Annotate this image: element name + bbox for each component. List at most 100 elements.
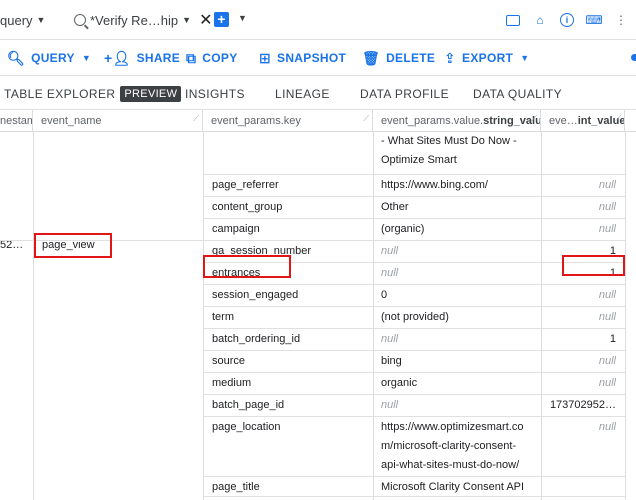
table-cell-string-value[interactable]: Other: [381, 201, 409, 213]
resize-handle-icon[interactable]: ⟋: [531, 110, 537, 130]
column-divider: [203, 132, 204, 500]
table-cell-int-value[interactable]: null: [549, 201, 616, 213]
table-cell-string-value[interactable]: null: [381, 333, 398, 345]
keyboard-icon[interactable]: ⌨: [585, 13, 602, 27]
column-header-event-name[interactable]: event_name ⟋: [33, 110, 203, 132]
highlight-box-int-value: [562, 255, 625, 276]
table-cell-string-value[interactable]: - What Sites Must Do Now -: [381, 135, 517, 147]
row-divider: [203, 174, 625, 175]
table-cell-string-value[interactable]: (organic): [381, 223, 424, 235]
snapshot-button[interactable]: ⊞ SNAPSHOT: [259, 40, 346, 76]
share-label: SHARE: [136, 51, 181, 65]
table-cell-string-value[interactable]: null: [381, 267, 398, 279]
row-divider: [203, 350, 625, 351]
table-cell-int-value[interactable]: null: [549, 355, 616, 367]
table-cell-key[interactable]: page_referrer: [212, 179, 279, 191]
table-cell-int-value[interactable]: null: [549, 421, 616, 433]
table-cell-string-value[interactable]: Optimize Smart: [381, 154, 457, 166]
tab-table-explorer[interactable]: TABLE EXPLORER PREVIEW: [4, 77, 182, 110]
table-cell-key[interactable]: batch_page_id: [212, 399, 284, 411]
resize-handle-icon[interactable]: ⟋: [363, 110, 369, 130]
table-cell-key[interactable]: batch_ordering_id: [212, 333, 300, 345]
table-cell-int-value[interactable]: null: [549, 377, 616, 389]
column-header-int-value[interactable]: eve…int_value ⟋: [541, 110, 625, 132]
close-icon[interactable]: ✕: [199, 10, 212, 30]
row-divider: [203, 218, 625, 219]
table-cell-string-value[interactable]: https://www.bing.com/: [381, 179, 488, 191]
table-cell-string-value[interactable]: m/microsoft-clarity-consent-: [381, 440, 516, 452]
column-header-label: nestamp: [0, 115, 32, 127]
chevron-down-icon[interactable]: ▼: [37, 15, 46, 25]
tab-menu-chevron-icon[interactable]: ▼: [238, 13, 247, 23]
search-icon: 🔍︎: [7, 49, 26, 66]
more-vert-icon[interactable]: ⋮: [614, 13, 628, 27]
table-cell-string-value[interactable]: 0: [381, 289, 387, 301]
tab-query[interactable]: query ▼: [0, 0, 45, 40]
top-icons: ⌂ i ⌨ ⋮: [506, 0, 628, 40]
copy-button[interactable]: ⧉ COPY: [186, 40, 238, 76]
table-cell-key[interactable]: source: [212, 355, 245, 367]
tab-data-quality[interactable]: DATA QUALITY: [473, 77, 562, 110]
tab-label: *Verify Re…hip: [90, 12, 179, 28]
table-cell-string-value[interactable]: organic: [381, 377, 417, 389]
table-cell-int-value[interactable]: 173702952…: [549, 399, 616, 411]
resize-handle-icon[interactable]: ⟋: [615, 110, 621, 130]
table-cell-string-value[interactable]: null: [381, 399, 398, 411]
query-icon: [74, 14, 86, 26]
table-cell-key[interactable]: content_group: [212, 201, 282, 213]
table-cell-int-value[interactable]: null: [549, 311, 616, 323]
add-tab-icon[interactable]: +: [214, 12, 229, 27]
table-cell-int-value[interactable]: null: [549, 289, 616, 301]
tab-insights[interactable]: INSIGHTS: [185, 77, 245, 110]
share-button[interactable]: +👤︎ SHARE: [104, 40, 180, 76]
column-header-string-value[interactable]: event_params.value.string_value ⟋: [373, 110, 541, 132]
chevron-down-icon: ▼: [81, 53, 92, 63]
query-button[interactable]: 🔍︎ QUERY ▼: [7, 40, 91, 76]
snapshot-icon: ⊞: [259, 49, 272, 66]
table-cell-string-value[interactable]: https://www.optimizesmart.co: [381, 421, 523, 433]
column-divider: [625, 132, 626, 500]
delete-button[interactable]: 🗑︎ DELETE: [362, 40, 435, 76]
snapshot-label: SNAPSHOT: [277, 51, 347, 65]
overflow-icon[interactable]: [631, 54, 636, 61]
table-cell-string-value[interactable]: Microsoft Clarity Consent API: [381, 481, 524, 493]
tab-verify[interactable]: *Verify Re…hip ▼ ✕: [74, 0, 212, 40]
table-cell-key[interactable]: medium: [212, 377, 251, 389]
copy-label: COPY: [202, 51, 238, 65]
table-cell-key[interactable]: page_title: [212, 481, 260, 493]
column-header-label: event_params.key: [211, 115, 301, 127]
export-label: EXPORT: [462, 51, 514, 65]
table-cell-int-value[interactable]: 1: [549, 333, 616, 345]
resize-handle-icon[interactable]: ⟋: [193, 110, 199, 130]
table-cell-int-value[interactable]: null: [549, 179, 616, 191]
tab-lineage[interactable]: LINEAGE: [275, 77, 330, 110]
delete-label: DELETE: [386, 51, 436, 65]
table-cell-string-value[interactable]: null: [381, 245, 398, 257]
table-cell-key[interactable]: page_location: [212, 421, 281, 433]
column-divider: [541, 132, 542, 500]
table-cell-string-value[interactable]: (not provided): [381, 311, 449, 323]
highlight-box-event-name: [34, 233, 112, 258]
table-cell-key[interactable]: session_engaged: [212, 289, 298, 301]
info-icon[interactable]: i: [560, 13, 574, 27]
table-cell-string-value[interactable]: bing: [381, 355, 402, 367]
column-header-timestamp[interactable]: nestamp: [0, 110, 33, 132]
table-cell-key[interactable]: campaign: [212, 223, 260, 235]
tab-label: query: [0, 12, 33, 28]
column-header-key[interactable]: event_params.key ⟋: [203, 110, 373, 132]
upload-icon: ⇪: [444, 49, 457, 66]
tab-data-profile[interactable]: DATA PROFILE: [360, 77, 449, 110]
row-divider: [203, 394, 625, 395]
chevron-down-icon: ▼: [520, 53, 530, 63]
chevron-down-icon[interactable]: ▼: [182, 15, 191, 25]
table-cell-key[interactable]: term: [212, 311, 234, 323]
row-divider: [203, 416, 625, 417]
cast-icon[interactable]: [506, 14, 520, 26]
home-icon[interactable]: ⌂: [533, 13, 547, 27]
results-table: nestamp event_name ⟋ event_params.key ⟋ …: [0, 110, 636, 500]
trash-icon: 🗑︎: [362, 49, 381, 66]
export-button[interactable]: ⇪ EXPORT ▼: [444, 40, 529, 76]
person-add-icon: +👤︎: [104, 49, 131, 66]
table-cell-int-value[interactable]: null: [549, 223, 616, 235]
table-cell-string-value[interactable]: api-what-sites-must-do-now/: [381, 459, 519, 471]
